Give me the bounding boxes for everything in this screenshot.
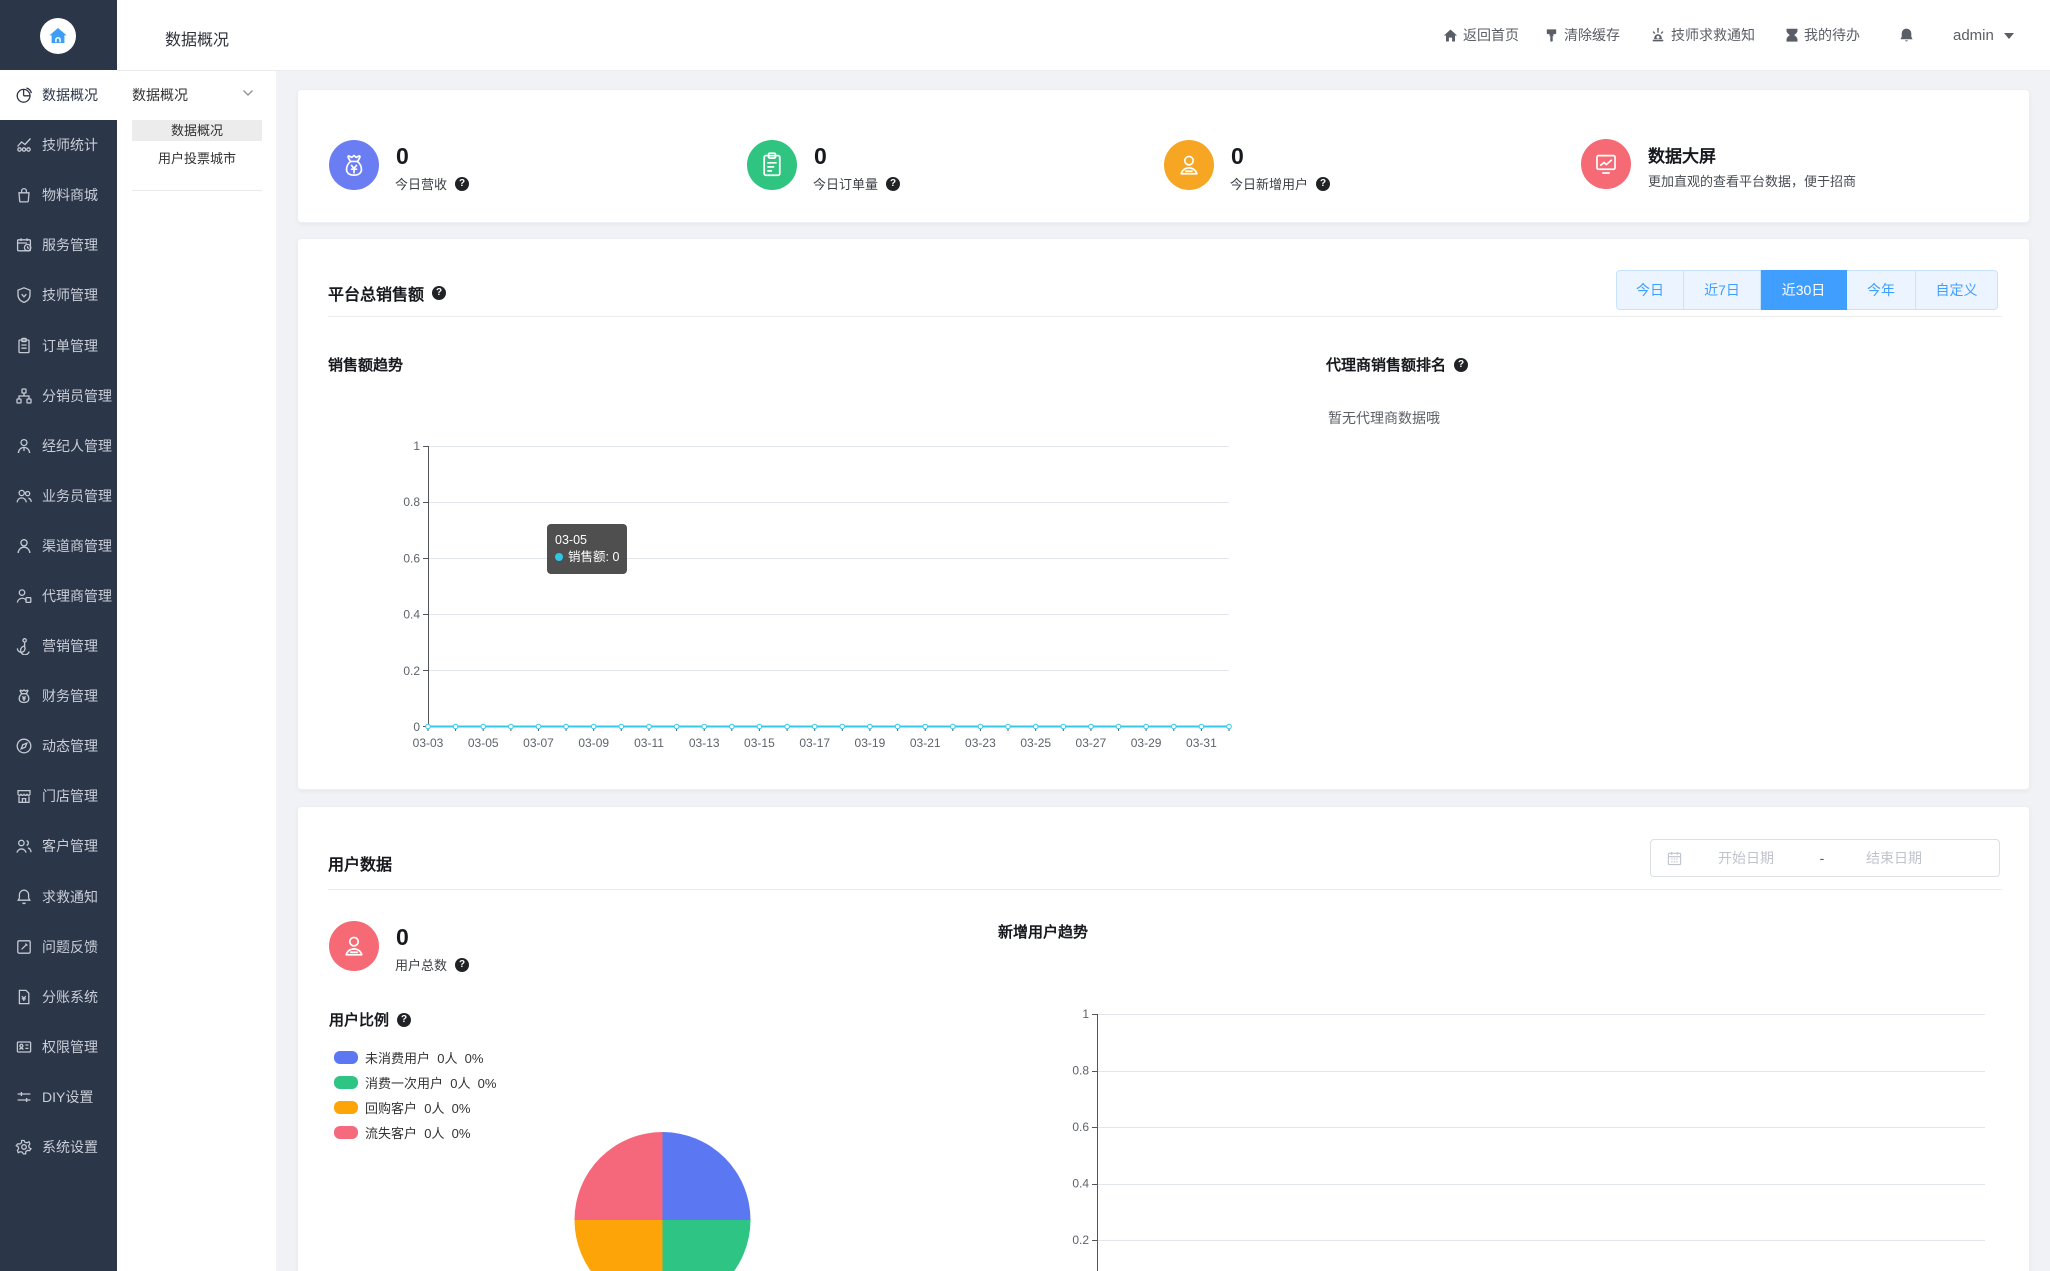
- svg-text:03-31: 03-31: [1186, 736, 1217, 750]
- svg-text:03-15: 03-15: [744, 736, 775, 750]
- svg-text:03-03: 03-03: [413, 736, 444, 750]
- svg-text:03-11: 03-11: [634, 736, 664, 750]
- svg-text:0.8: 0.8: [403, 495, 420, 509]
- svg-text:03-09: 03-09: [578, 736, 609, 750]
- svg-text:03-13: 03-13: [689, 736, 720, 750]
- svg-text:0.4: 0.4: [1072, 1177, 1089, 1191]
- svg-text:0.2: 0.2: [403, 664, 420, 678]
- svg-text:0.6: 0.6: [1072, 1120, 1089, 1134]
- svg-text:03-23: 03-23: [965, 736, 996, 750]
- svg-text:03-27: 03-27: [1076, 736, 1107, 750]
- svg-text:03-07: 03-07: [523, 736, 554, 750]
- svg-text:0: 0: [413, 720, 420, 734]
- svg-text:03-21: 03-21: [910, 736, 941, 750]
- svg-text:0.8: 0.8: [1072, 1064, 1089, 1078]
- svg-text:03-19: 03-19: [855, 736, 886, 750]
- svg-text:03-17: 03-17: [799, 736, 830, 750]
- svg-text:1: 1: [413, 439, 420, 453]
- svg-text:1: 1: [1082, 1007, 1089, 1021]
- svg-text:03-29: 03-29: [1131, 736, 1162, 750]
- svg-text:03-25: 03-25: [1020, 736, 1051, 750]
- svg-text:03-05: 03-05: [468, 736, 499, 750]
- svg-text:0.6: 0.6: [403, 551, 420, 565]
- svg-text:0.4: 0.4: [403, 608, 420, 622]
- svg-text:0.2: 0.2: [1072, 1233, 1089, 1247]
